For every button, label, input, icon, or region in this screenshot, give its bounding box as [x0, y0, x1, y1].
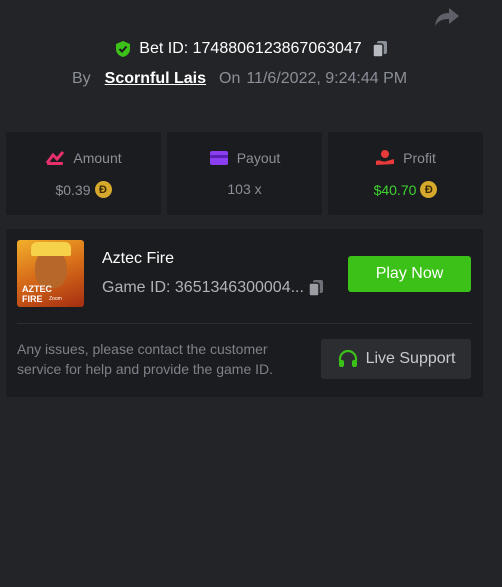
- thumb-title-line1: AZTEC: [22, 284, 52, 294]
- stat-amount: Amount $0.39 Đ: [6, 132, 161, 215]
- copy-icon[interactable]: [371, 40, 388, 58]
- share-icon[interactable]: [434, 6, 460, 28]
- profit-icon: [376, 150, 395, 165]
- live-support-label: Live Support: [365, 350, 456, 367]
- bet-id: Bet ID: 1748806123867063047: [139, 40, 362, 57]
- game-id: Game ID: 3651346300004...: [102, 279, 304, 296]
- play-now-button[interactable]: Play Now: [348, 256, 471, 292]
- divider: [17, 323, 472, 324]
- headset-icon: [338, 349, 357, 367]
- thumb-title-line2: FIRE: [22, 294, 43, 304]
- copy-icon[interactable]: [308, 279, 324, 297]
- payout-label: Payout: [236, 150, 281, 166]
- shield-check-icon: [116, 41, 131, 57]
- stat-payout: Payout 103 x: [167, 132, 322, 215]
- payout-value: 103 x: [227, 181, 262, 197]
- author-row: By Scornful Lais On 11/6/2022, 9:24:44 P…: [72, 70, 407, 88]
- stats-row: Amount $0.39 Đ Payout 103 x Profit $40.7…: [6, 132, 483, 215]
- thumb-brand: Zoom: [49, 296, 62, 302]
- support-text: Any issues, please contact the customer …: [17, 341, 274, 377]
- amount-value: $0.39: [55, 181, 91, 198]
- game-thumbnail[interactable]: AZTEC FIRE Zoom: [17, 240, 84, 307]
- by-label: By: [72, 70, 91, 87]
- timestamp: 11/6/2022, 9:24:44 PM: [246, 70, 408, 87]
- coin-icon: Đ: [420, 181, 438, 198]
- game-card: AZTEC FIRE Zoom Aztec Fire Game ID: 3651…: [6, 229, 483, 397]
- amount-icon: [46, 151, 65, 165]
- payout-card-icon: [209, 151, 228, 165]
- game-title: Aztec Fire: [102, 250, 175, 267]
- profit-value: $40.70: [373, 181, 417, 198]
- username-link[interactable]: Scornful Lais: [105, 70, 206, 88]
- profit-label: Profit: [403, 150, 436, 166]
- amount-label: Amount: [73, 150, 122, 166]
- live-support-button[interactable]: Live Support: [321, 339, 471, 379]
- coin-icon: Đ: [94, 181, 112, 198]
- on-label: On: [219, 70, 241, 87]
- stat-profit: Profit $40.70 Đ: [328, 132, 483, 215]
- game-id-row: Game ID: 3651346300004...: [102, 279, 324, 297]
- bet-id-row: Bet ID: 1748806123867063047: [0, 40, 502, 58]
